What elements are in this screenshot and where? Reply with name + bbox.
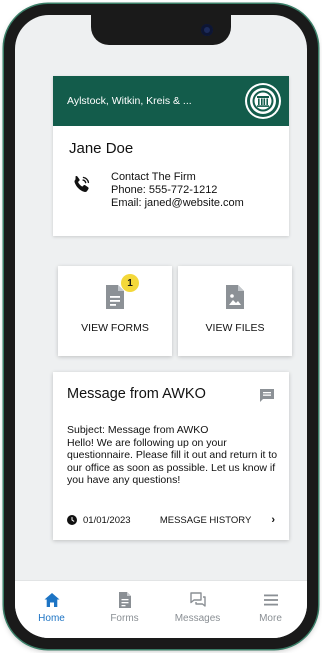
tab-messages-label: Messages <box>174 613 221 624</box>
message-body: Hello! We are following up on your quest… <box>67 436 278 487</box>
firm-header: Aylstock, Witkin, Kreis & ... <box>53 76 289 126</box>
clock-icon <box>67 515 77 525</box>
chat-icon <box>189 592 206 607</box>
home-icon <box>44 593 59 607</box>
firm-card: Aylstock, Witkin, Kreis & ... Jane Doe C… <box>53 76 289 236</box>
app-screen: Aylstock, Witkin, Kreis & ... Jane Doe C… <box>15 15 307 638</box>
view-files-label: VIEW FILES <box>205 322 265 334</box>
contact-phone[interactable]: Phone: 555-772-1212 <box>111 184 244 197</box>
tab-forms-label: Forms <box>110 613 139 624</box>
view-forms-button[interactable]: 1 VIEW FORMS <box>58 266 172 356</box>
tab-home-label: Home <box>38 613 65 624</box>
tab-more-label: More <box>259 613 282 624</box>
contact-email[interactable]: Email: janed@website.com <box>111 197 244 210</box>
tab-forms[interactable]: Forms <box>95 591 155 624</box>
tab-more[interactable]: More <box>241 591 301 624</box>
firm-logo-icon <box>247 85 279 117</box>
client-name: Jane Doe <box>69 140 134 157</box>
message-history-link[interactable]: MESSAGE HISTORY <box>160 515 252 526</box>
phone-notch <box>91 15 231 45</box>
phone-frame: Aylstock, Witkin, Kreis & ... Jane Doe C… <box>4 4 318 649</box>
message-footer: 01/01/2023 MESSAGE HISTORY › <box>67 514 275 526</box>
tab-messages[interactable]: Messages <box>168 591 228 624</box>
message-icon <box>260 389 274 402</box>
bottom-tab-bar: Home Forms Messages More <box>15 580 307 638</box>
message-title: Message from AWKO <box>67 386 206 402</box>
contact-firm-row[interactable]: Contact The Firm Phone: 555-772-1212 Ema… <box>53 157 289 210</box>
menu-icon <box>263 594 278 606</box>
image-file-icon <box>226 285 244 309</box>
tab-home[interactable]: Home <box>22 591 82 624</box>
view-forms-label: VIEW FORMS <box>81 322 149 334</box>
firm-name: Aylstock, Witkin, Kreis & ... <box>67 95 192 107</box>
message-card[interactable]: Message from AWKO Subject: Message from … <box>53 372 289 540</box>
message-date: 01/01/2023 <box>83 514 131 526</box>
forms-count-badge: 1 <box>121 274 139 292</box>
document-icon <box>118 592 131 608</box>
view-files-button[interactable]: VIEW FILES <box>178 266 292 356</box>
camera-icon <box>201 24 213 36</box>
message-subject: Subject: Message from AWKO <box>67 424 209 436</box>
chevron-right-icon[interactable]: › <box>271 514 275 526</box>
contact-title[interactable]: Contact The Firm <box>111 171 244 184</box>
phone-icon <box>74 175 90 192</box>
